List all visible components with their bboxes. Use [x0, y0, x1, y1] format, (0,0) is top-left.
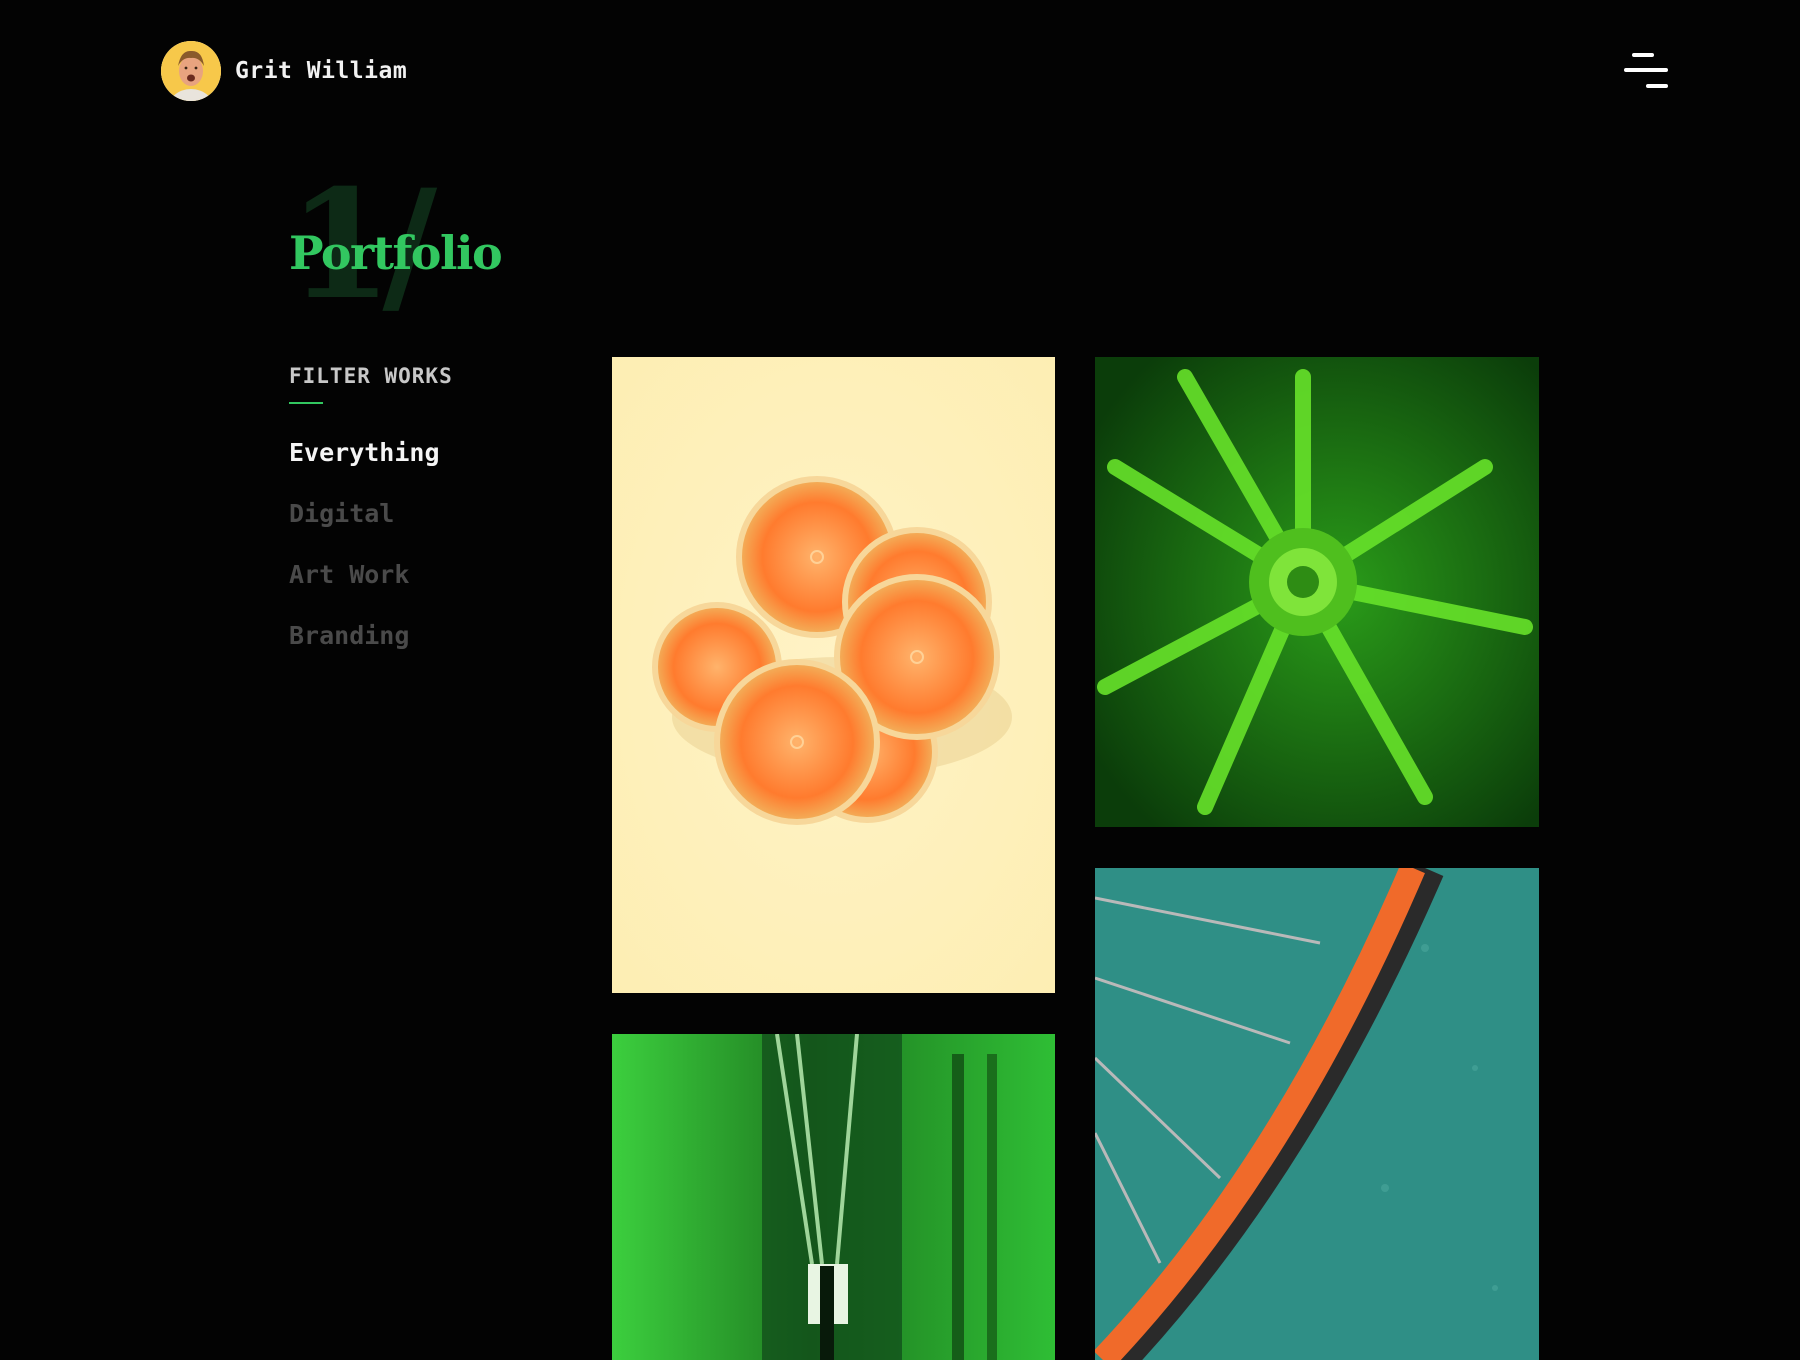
- fern-plant-image: [1095, 357, 1539, 827]
- portfolio-item-corridor[interactable]: [612, 1034, 1055, 1360]
- hamburger-menu-icon[interactable]: [1624, 50, 1670, 92]
- portfolio-item-oranges[interactable]: [612, 357, 1055, 993]
- portfolio-item-plant[interactable]: [1095, 357, 1539, 827]
- filter-everything[interactable]: Everything: [289, 437, 440, 498]
- filter-heading: FILTER WORKS: [289, 364, 453, 388]
- portfolio-item-wheel[interactable]: [1095, 868, 1539, 1360]
- oranges-image: [612, 357, 1055, 993]
- brand-link[interactable]: Grit William: [161, 41, 407, 101]
- user-avatar: [161, 41, 221, 101]
- portfolio-page: Grit William 1/ Portfolio FILTER WORKS E…: [0, 0, 1800, 1360]
- filter-branding[interactable]: Branding: [289, 620, 440, 681]
- filter-art-work[interactable]: Art Work: [289, 559, 440, 620]
- bicycle-wheel-image: [1095, 868, 1539, 1360]
- filter-digital[interactable]: Digital: [289, 498, 440, 559]
- filter-heading-underline: [289, 402, 323, 404]
- filter-list: Everything Digital Art Work Branding: [289, 437, 440, 681]
- brand-name: Grit William: [235, 58, 408, 84]
- page-title: Portfolio: [289, 226, 503, 280]
- green-corridor-image: [612, 1034, 1055, 1360]
